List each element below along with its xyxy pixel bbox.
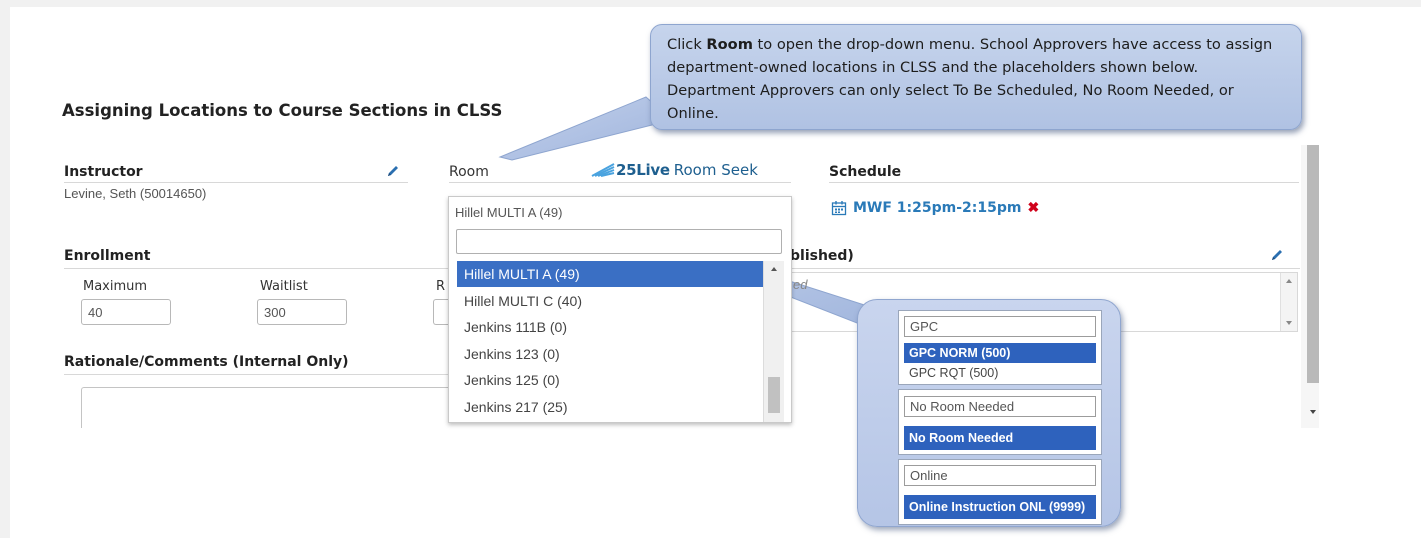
online-option[interactable]: Online Instruction ONL (9999): [904, 495, 1096, 519]
rationale-textarea[interactable]: [81, 387, 452, 428]
room-option[interactable]: Jenkins 125 (0): [457, 367, 763, 393]
no-room-option[interactable]: No Room Needed: [904, 426, 1096, 450]
page-scroll-down-icon[interactable]: [1310, 410, 1316, 414]
room-divider: [449, 182, 791, 183]
no-room-dropdown: No Room Needed No Room Needed: [898, 389, 1102, 455]
gpc-option[interactable]: GPC RQT (500): [904, 363, 1096, 383]
room-scrollbar-thumb[interactable]: [768, 377, 780, 413]
room-option[interactable]: Jenkins 111B (0): [457, 314, 763, 340]
room-option[interactable]: Hillel MULTI C (40): [457, 288, 763, 314]
placeholder-options-inset: GPC GPC NORM (500) GPC RQT (500) No Room…: [857, 299, 1121, 527]
maximum-input[interactable]: 40: [81, 299, 171, 325]
25live-brand-text: 25Live: [616, 161, 670, 179]
notes-placeholder: ed: [793, 277, 808, 292]
page-scrollbar-thumb[interactable]: [1307, 145, 1319, 383]
room-scroll-up-icon[interactable]: [771, 267, 777, 271]
waitlist-label: Waitlist: [260, 279, 308, 294]
calendar-icon: [831, 200, 847, 215]
online-dropdown: Online Online Instruction ONL (9999): [898, 459, 1102, 525]
room-option[interactable]: Hillel MULTI A (49): [457, 261, 763, 287]
instructor-divider: [64, 182, 408, 183]
callout-arrow-to-room: [498, 96, 674, 161]
room-seek-text: Room Seek: [673, 161, 758, 179]
gpc-dropdown: GPC GPC NORM (500) GPC RQT (500): [898, 310, 1102, 385]
room-dropdown: Hillel MULTI A (49) Hillel MULTI A (49) H…: [448, 196, 792, 423]
edit-instructor-pencil-icon[interactable]: [385, 163, 401, 179]
online-search-input[interactable]: Online: [904, 465, 1096, 486]
notes-divider: [790, 268, 1300, 269]
notes-scrollbar[interactable]: [1280, 273, 1297, 331]
gpc-option[interactable]: GPC NORM (500): [904, 343, 1096, 363]
edit-notes-pencil-icon[interactable]: [1269, 247, 1285, 263]
schedule-divider: [829, 182, 1299, 183]
room-option[interactable]: Jenkins 217 (25): [457, 394, 763, 420]
remove-schedule-icon[interactable]: ✖: [1028, 199, 1040, 216]
rationale-divider: [64, 374, 448, 375]
instructor-label: Instructor: [64, 164, 143, 180]
room-search-input[interactable]: [456, 229, 782, 254]
room-option[interactable]: Jenkins 123 (0): [457, 341, 763, 367]
enrollment-divider: [64, 268, 448, 269]
rationale-label: Rationale/Comments (Internal Only): [64, 354, 349, 370]
maximum-label: Maximum: [83, 279, 148, 294]
room-options-scrollbar[interactable]: [763, 261, 784, 422]
page-scrollbar[interactable]: [1301, 145, 1319, 428]
enrollment-label: Enrollment: [64, 248, 151, 264]
schedule-time-link[interactable]: MWF 1:25pm-2:15pm: [853, 200, 1022, 216]
gpc-search-input[interactable]: GPC: [904, 316, 1096, 337]
room-seek-link[interactable]: 25Live Room Seek: [590, 161, 758, 179]
no-room-search-input[interactable]: No Room Needed: [904, 396, 1096, 417]
instruction-callout: Click Room to open the drop-down menu. S…: [650, 24, 1302, 130]
schedule-label: Schedule: [829, 164, 902, 180]
waitlist-input[interactable]: 300: [257, 299, 347, 325]
schedule-entry[interactable]: MWF 1:25pm-2:15pm ✖: [831, 199, 1039, 216]
room-label[interactable]: Room: [449, 164, 489, 180]
25live-logo-icon: [591, 163, 615, 177]
notes-label-partial: blished): [790, 248, 854, 264]
instructor-value: Levine, Seth (50014650): [64, 186, 207, 201]
room-current-value[interactable]: Hillel MULTI A (49): [455, 205, 562, 220]
third-field-label: R: [436, 279, 446, 294]
